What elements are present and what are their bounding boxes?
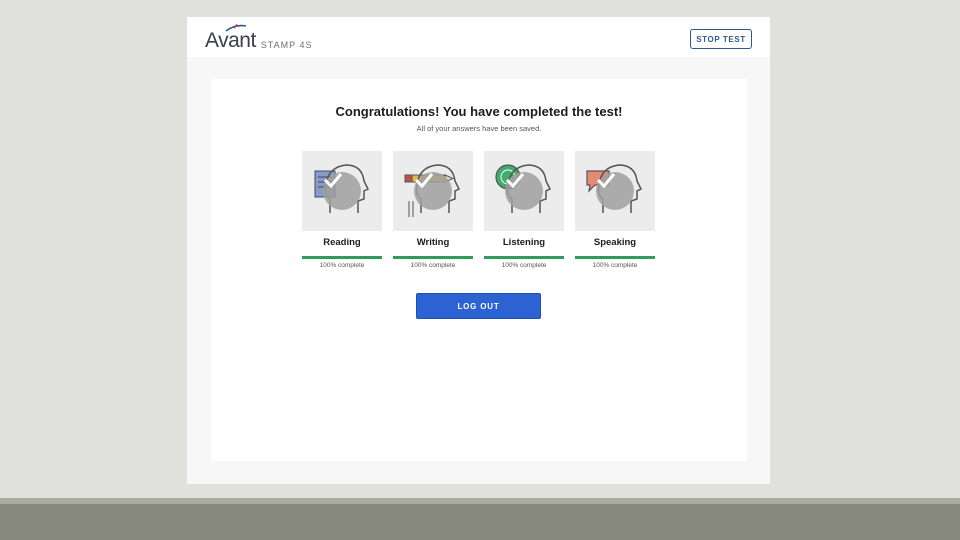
progress-text: 100% complete (592, 262, 638, 269)
checkmark-icon (414, 172, 452, 210)
header-bar: Avant STAMP 4S STOP TEST (187, 17, 770, 59)
section-writing: Writing 100% complete (393, 151, 473, 269)
section-speaking: Speaking 100% complete (575, 151, 655, 269)
log-out-button[interactable]: LOG OUT (416, 293, 541, 319)
progress-fill (575, 256, 655, 259)
speaking-icon (575, 151, 655, 231)
reading-icon (302, 151, 382, 231)
progress-text: 100% complete (501, 262, 547, 269)
page-title: Congratulations! You have completed the … (335, 104, 623, 119)
progress-fill (302, 256, 382, 259)
section-label: Writing (416, 237, 450, 248)
app-window: Avant STAMP 4S STOP TEST Congratulations… (187, 17, 770, 484)
progress-fill (393, 256, 473, 259)
section-label: Listening (502, 237, 546, 248)
logo-word: Avant (205, 29, 256, 52)
logo-swoosh-icon (225, 24, 247, 32)
completion-card: Congratulations! You have completed the … (211, 79, 747, 461)
checkmark-icon (596, 172, 634, 210)
slide-footer-band (0, 498, 960, 540)
listening-icon (484, 151, 564, 231)
progress-bar (393, 256, 473, 259)
logo-subtitle: STAMP 4S (260, 40, 313, 50)
progress-text: 100% complete (410, 262, 456, 269)
writing-icon (393, 151, 473, 231)
progress-fill (484, 256, 564, 259)
checkmark-icon (505, 172, 543, 210)
section-listening: Listening 100% complete (484, 151, 564, 269)
page-subtitle: All of your answers have been saved. (416, 124, 542, 133)
section-label: Speaking (593, 237, 637, 248)
progress-bar (302, 256, 382, 259)
progress-text: 100% complete (319, 262, 365, 269)
progress-bar (484, 256, 564, 259)
section-label: Reading (323, 237, 361, 248)
stop-test-button[interactable]: STOP TEST (690, 29, 752, 49)
progress-bar (575, 256, 655, 259)
checkmark-icon (323, 172, 361, 210)
section-reading: Reading 100% complete (302, 151, 382, 269)
avant-logo: Avant STAMP 4S (205, 24, 313, 52)
